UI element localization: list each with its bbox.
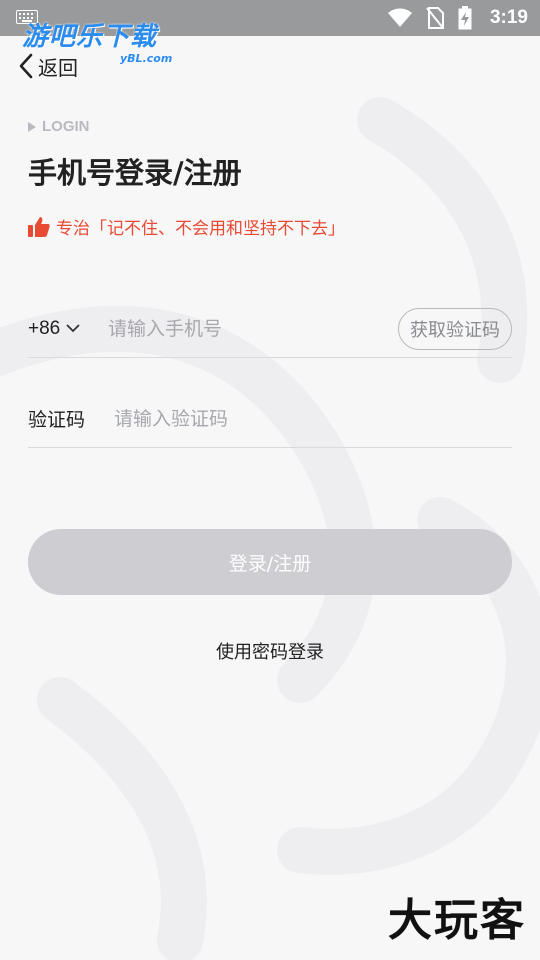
login-register-button[interactable]: 登录/注册 — [28, 529, 512, 595]
background-decoration — [0, 97, 540, 960]
code-label: 验证码 — [28, 409, 86, 431]
code-input[interactable] — [114, 407, 512, 430]
phone-row: +86 获取验证码 — [28, 300, 512, 358]
status-time: 3:19 — [489, 7, 528, 28]
country-code-value: +86 — [28, 317, 61, 339]
watermark-subtitle: yBL.com — [120, 52, 173, 65]
triangle-right-icon — [28, 121, 36, 132]
no-sim-icon — [426, 7, 444, 29]
slogan: 专治「记不住、不会用和坚持不下去」 — [28, 214, 345, 239]
login-tag: LOGIN — [28, 118, 90, 135]
thumbs-up-icon — [28, 216, 50, 237]
back-label: 返回 — [38, 55, 78, 80]
chevron-down-icon — [66, 324, 80, 333]
wifi-icon — [387, 8, 412, 27]
login-tag-label: LOGIN — [42, 118, 90, 135]
brand-logo: 大玩客 — [388, 895, 526, 946]
chevron-left-icon — [19, 53, 33, 79]
slogan-text: 专治「记不住、不会用和坚持不下去」 — [56, 219, 345, 239]
page-title: 手机号登录/注册 — [28, 156, 242, 190]
country-code-selector[interactable]: +86 — [28, 318, 108, 340]
back-button[interactable]: 返回 — [18, 50, 78, 82]
watermark-logo: 游吧乐下载 — [22, 22, 158, 52]
login-screen: 3:19 游吧乐下载 yBL.com 返回 LOGIN 手机号登录/注册 专治「… — [0, 0, 540, 960]
phone-input[interactable] — [108, 317, 398, 340]
get-code-button[interactable]: 获取验证码 — [398, 307, 512, 350]
password-login-link[interactable]: 使用密码登录 — [0, 638, 540, 664]
battery-charging-icon — [458, 6, 472, 30]
code-row: 验证码 — [28, 390, 512, 448]
